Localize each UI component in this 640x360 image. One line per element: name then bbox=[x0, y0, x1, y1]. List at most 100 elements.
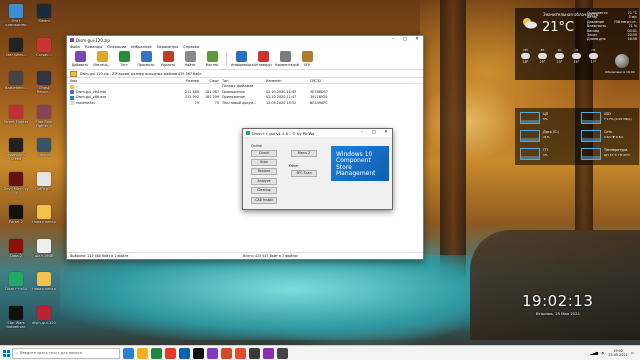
taskbar-app-icon[interactable] bbox=[249, 347, 260, 359]
column-size[interactable]: Размер bbox=[176, 78, 202, 83]
desktop-icon[interactable]: Новая папка bbox=[31, 205, 57, 235]
desktop-icon[interactable]: Star Wars... bbox=[3, 37, 29, 68]
taskbar-app-icon[interactable] bbox=[179, 347, 190, 359]
taskbar-app-icon[interactable] bbox=[235, 347, 246, 359]
forecast-day: пт 17° bbox=[587, 48, 600, 64]
clock-date: Вторник, 25 Мая 2021 bbox=[536, 311, 581, 316]
dism-gui-window[interactable]: Dism++ gui v1.2.0 - © by PinWa – □ ✕ Onl… bbox=[242, 128, 393, 210]
file-row[interactable]: readme.txt 75 75 Текстовый докум... 12.05.20… bbox=[67, 101, 423, 107]
dism-title-bar[interactable]: Dism++ gui v1.2.0 - © by PinWa – □ ✕ bbox=[243, 129, 392, 137]
taskbar-app-icon[interactable] bbox=[277, 347, 288, 359]
file-icon bbox=[70, 101, 74, 106]
cab-install-button[interactable]: CAB Install bbox=[251, 197, 277, 204]
desktop-icon[interactable]: Dism++x64 bbox=[3, 272, 29, 302]
minimize-icon[interactable]: – bbox=[356, 129, 368, 137]
desktop-icon[interactable]: шал 1968 bbox=[31, 238, 57, 269]
menu-item[interactable]: Файл bbox=[70, 44, 80, 50]
check-button[interactable]: Check bbox=[251, 150, 277, 157]
desktop-icon[interactable]: AdRep... bbox=[31, 171, 57, 202]
start-button[interactable] bbox=[0, 346, 12, 360]
file-packed: 75 bbox=[214, 100, 219, 105]
desktop-icon[interactable]: Devil May Cry 5 bbox=[3, 171, 29, 202]
network-icon[interactable]: ▂▄▆ bbox=[590, 351, 598, 355]
desktop-icon[interactable]: Elite Beat Fighter V bbox=[31, 104, 57, 135]
menu-item[interactable]: Команды bbox=[85, 44, 102, 50]
toolbar-button[interactable]: Добавить bbox=[70, 51, 90, 68]
sfc-scan-button[interactable]: SFC Scan bbox=[291, 170, 317, 177]
desktop-icon[interactable]: Assassin's Creed bbox=[3, 138, 29, 168]
desktop-icon-label: Battlefield... bbox=[5, 86, 27, 90]
up-folder-icon[interactable] bbox=[70, 70, 77, 77]
toolbar-label: Извлечь... bbox=[93, 63, 111, 67]
cleanup-button[interactable]: Cleanup bbox=[251, 187, 277, 194]
toolbar-button[interactable]: Тест bbox=[114, 51, 134, 68]
desktop-icon[interactable]: Street Fighter V bbox=[3, 104, 29, 135]
toolbar-button[interactable]: Удалить bbox=[158, 51, 178, 68]
menu-item[interactable]: Избранное bbox=[131, 44, 151, 50]
desktop-icon[interactable]: Steam bbox=[31, 4, 57, 34]
toolbar-button[interactable]: Найти bbox=[180, 51, 200, 68]
taskbar-app-icon[interactable] bbox=[263, 347, 274, 359]
column-crc[interactable]: CRC32 bbox=[310, 78, 340, 83]
address-bar[interactable]: Dism-gui-120.zip - ZIP архив, размер исх… bbox=[67, 70, 423, 78]
toolbar-label: Комментарий bbox=[275, 63, 299, 67]
scan-button[interactable]: Scan bbox=[251, 159, 277, 166]
menu-button[interactable]: Menu 2 bbox=[291, 150, 317, 157]
column-type[interactable]: Тип bbox=[222, 78, 266, 83]
toolbar-button[interactable]: Антивирус bbox=[253, 51, 273, 68]
taskbar-app-icon[interactable] bbox=[123, 347, 134, 359]
toolbar-button[interactable]: Информация bbox=[231, 51, 253, 68]
taskbar-app-icon[interactable] bbox=[221, 347, 232, 359]
system-tray[interactable]: ▂▄▆ 🔈 19:02 25.05.2021 ▭ bbox=[590, 349, 640, 357]
restore-button[interactable]: Restore bbox=[251, 168, 277, 175]
desktop-icon[interactable]: Ghost Recon... bbox=[31, 71, 57, 101]
maximize-icon[interactable]: □ bbox=[399, 36, 411, 44]
toolbar-button[interactable]: Извлечь... bbox=[92, 51, 112, 68]
close-icon[interactable]: ✕ bbox=[380, 129, 392, 137]
desktop-icon[interactable]: Portal 2 bbox=[3, 205, 29, 235]
taskbar-app-icon[interactable] bbox=[165, 347, 176, 359]
moon-phase-icon bbox=[615, 54, 629, 68]
toolbar-button[interactable]: Просмотр bbox=[136, 51, 156, 68]
desktop-icon[interactable]: Battlefield... bbox=[3, 71, 29, 101]
desktop-icon[interactable]: Star Wars Battlefront bbox=[3, 305, 29, 336]
desktop-icon[interactable]: Corsair... bbox=[31, 37, 57, 68]
forecast-temp: 16° bbox=[522, 60, 529, 64]
menu-item[interactable]: Справка bbox=[183, 44, 199, 50]
toolbar-button[interactable]: SFX bbox=[297, 51, 317, 68]
status-total: Всего: 425 547 байт в 3 файлах bbox=[243, 254, 299, 258]
taskbar-app-icon[interactable] bbox=[207, 347, 218, 359]
desktop-icon[interactable]: dism-gui-120 bbox=[31, 305, 57, 336]
desktop-icon[interactable]: Новая папка bbox=[31, 272, 57, 302]
desktop-icon[interactable]: Vikings bbox=[31, 138, 57, 168]
taskbar-app-icon[interactable] bbox=[151, 347, 162, 359]
toolbar-button[interactable]: Комментарий bbox=[275, 51, 299, 68]
file-name-cell: readme.txt bbox=[70, 101, 176, 107]
app-icon bbox=[37, 272, 51, 286]
toolbar-button[interactable]: Мастер bbox=[202, 51, 222, 68]
taskbar-app-icon[interactable] bbox=[137, 347, 148, 359]
title-bar[interactable]: Dism-gui-120.zip – □ ✕ bbox=[67, 36, 423, 44]
taskbar-search[interactable]: ⌕ Введите здесь текст для поиска bbox=[12, 347, 120, 359]
maximize-icon[interactable]: □ bbox=[368, 129, 380, 137]
analyze-button[interactable]: Analyze bbox=[251, 178, 277, 185]
weather-detail-label: Длина дня bbox=[587, 37, 606, 42]
taskbar-app-icon[interactable] bbox=[193, 347, 204, 359]
volume-icon[interactable]: 🔈 bbox=[601, 351, 605, 355]
desktop-icon[interactable]: Этот компьютер bbox=[3, 4, 29, 34]
forecast-day: пн 16° bbox=[519, 48, 532, 64]
metric-value: ЦП 37°C ГП 43°C bbox=[604, 153, 631, 157]
column-modified[interactable]: Изменён bbox=[266, 78, 310, 83]
column-packed[interactable]: Сжат bbox=[202, 78, 222, 83]
metric-label: ЦП bbox=[543, 112, 549, 116]
column-name[interactable]: Имя bbox=[70, 78, 176, 83]
close-icon[interactable]: ✕ bbox=[411, 36, 423, 44]
desktop-icon[interactable]: Dota 2 bbox=[3, 238, 29, 269]
minimize-icon[interactable]: – bbox=[387, 36, 399, 44]
notifications-icon[interactable]: ▭ bbox=[631, 351, 634, 355]
toolbar-separator bbox=[226, 53, 227, 66]
menu-item[interactable]: Операции bbox=[107, 44, 126, 50]
weather-widget[interactable]: Значительная облачность 21°C Ощущается 21… bbox=[515, 8, 639, 80]
menu-item[interactable]: Параметры bbox=[157, 44, 179, 50]
tray-clock[interactable]: 19:02 25.05.2021 bbox=[608, 349, 627, 357]
